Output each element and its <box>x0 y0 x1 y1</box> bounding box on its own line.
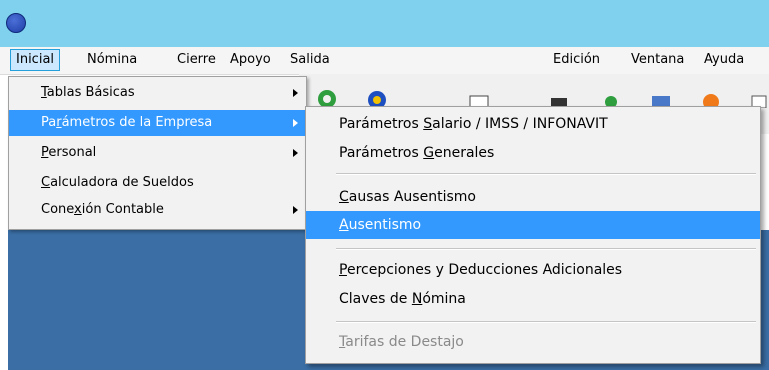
menu-separator <box>336 321 756 323</box>
submenu-arrow-icon <box>293 206 298 214</box>
app-icon[interactable] <box>6 13 26 33</box>
submenu-item-causas-ausentismo[interactable]: Causas Ausentismo <box>306 183 760 211</box>
submenu-item-tarifas-destajo: Tarifas de Destajo <box>339 334 464 350</box>
calculator-icon[interactable] <box>650 86 672 108</box>
menu-edicion[interactable]: Edición <box>548 50 605 70</box>
menu-salida[interactable]: Salida <box>285 50 335 70</box>
inicial-dropdown-menu: Tablas Básicas Parámetros de la Empresa … <box>8 76 307 230</box>
menu-inicial[interactable]: Inicial <box>10 49 61 71</box>
document-icon[interactable] <box>748 86 769 108</box>
menu-item-parametros-empresa[interactable]: Parámetros de la Empresa <box>9 110 306 136</box>
help-icon[interactable] <box>700 86 722 108</box>
undo-icon[interactable] <box>600 86 622 108</box>
menu-ventana[interactable]: Ventana <box>626 50 689 70</box>
save-icon[interactable] <box>548 86 570 108</box>
submenu-item-parametros-generales[interactable]: Parámetros Generales <box>306 139 760 167</box>
menu-ayuda[interactable]: Ayuda <box>699 50 749 70</box>
report-icon[interactable] <box>468 86 490 108</box>
menu-apoyo[interactable]: Apoyo <box>225 50 276 70</box>
menu-nomina[interactable]: Nómina <box>82 50 142 70</box>
submenu-arrow-icon <box>293 89 298 97</box>
parametros-submenu: Parámetros Salario / IMSS / INFONAVIT Pa… <box>305 106 761 364</box>
menu-item-personal[interactable]: Personal <box>9 140 306 166</box>
submenu-item-parametros-salario[interactable]: Parámetros Salario / IMSS / INFONAVIT <box>306 110 760 138</box>
submenu-item-claves-nomina[interactable]: Claves de Nómina <box>306 285 760 313</box>
menu-item-calculadora-sueldos[interactable]: Calculadora de Sueldos <box>9 170 306 196</box>
menu-separator <box>336 173 756 175</box>
globe-icon[interactable] <box>366 86 388 108</box>
submenu-item-percepciones-deducciones[interactable]: Percepciones y Deducciones Adicionales <box>306 256 760 284</box>
menu-item-tablas-basicas[interactable]: Tablas Básicas <box>9 80 306 106</box>
submenu-item-ausentismo[interactable]: Ausentismo <box>306 211 760 239</box>
refresh-icon[interactable] <box>316 86 338 108</box>
title-bar <box>0 0 769 47</box>
menu-item-conexion-contable[interactable]: Conexión Contable <box>9 197 306 223</box>
submenu-arrow-icon <box>293 119 298 127</box>
menu-bar: Inicial Nómina Cierre Apoyo Salida Edici… <box>0 47 769 75</box>
menu-separator <box>336 248 756 250</box>
menu-cierre[interactable]: Cierre <box>172 50 221 70</box>
submenu-arrow-icon <box>293 149 298 157</box>
